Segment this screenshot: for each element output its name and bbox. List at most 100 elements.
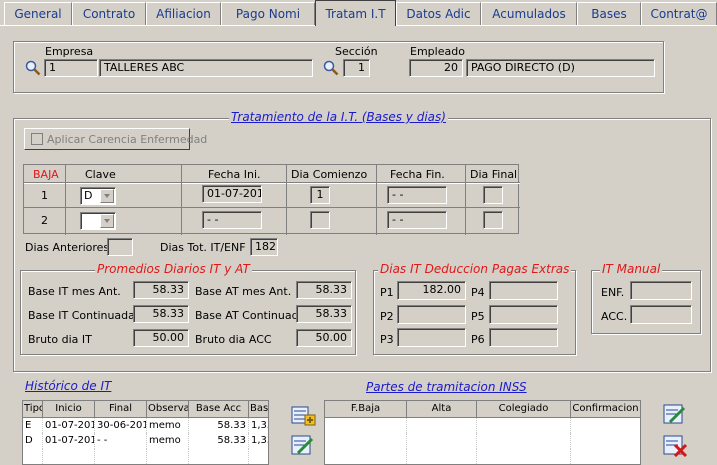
p1-field[interactable]: 182.00 (397, 281, 466, 300)
promedios-title: Promedios Diarios IT y AT (95, 262, 252, 276)
dias-tot-label: Dias Tot. IT/ENF (160, 241, 246, 254)
tab-tratam-it[interactable]: Tratam I.T (315, 0, 396, 26)
p1-label: P1 (380, 286, 394, 299)
tab-contrato[interactable]: Contrato (72, 2, 146, 25)
it-section-title: Tratamiento de la I.T. (Bases y dias) (229, 110, 448, 124)
table-row[interactable]: E 01-07-2011 30-06-2012 memo 58.33 1,33 (22, 417, 269, 434)
grid-header-clave: Clave (85, 168, 116, 181)
tab-bases[interactable]: Bases (577, 2, 641, 25)
cell-bas: 1,33 (248, 417, 269, 434)
carencia-checkbox-group[interactable]: Aplicar Carencia Enfermedad (24, 128, 207, 150)
dias-it-title: Dias IT Deduccion Pagas Extras (378, 262, 572, 276)
empresa-code-field[interactable]: 1 (44, 59, 98, 77)
seccion-label: Sección (335, 45, 378, 58)
cell-final: 30-06-2012 (94, 417, 147, 434)
tab-afiliacion[interactable]: Afiliacion (146, 2, 221, 25)
row1-baja: 1 (41, 189, 48, 202)
historico-col-base-acc[interactable]: Base Acc (188, 400, 249, 418)
partes-col-alta[interactable]: Alta (406, 400, 477, 418)
p2-label: P2 (380, 310, 394, 323)
p6-field[interactable] (489, 328, 558, 347)
p2-field[interactable] (397, 305, 466, 324)
row2-fecha-fin-field[interactable]: - - (387, 211, 447, 229)
search-empresa-icon[interactable] (25, 60, 41, 76)
carencia-label: Aplicar Carencia Enfermedad (47, 133, 208, 146)
search-seccion-icon[interactable] (323, 60, 339, 76)
historico-title: Histórico de IT (25, 379, 112, 393)
edit-parte-icon[interactable] (662, 402, 688, 426)
cell-inicio: 01-07-2011 (42, 417, 95, 434)
bruto-acc-label: Bruto dia ACC (195, 333, 272, 346)
empleado-label: Empleado (410, 45, 465, 58)
partes-table[interactable]: F.Baja Alta Colegiado Confirmacion (324, 400, 641, 465)
p5-label: P5 (471, 310, 485, 323)
seccion-field[interactable]: 1 (343, 59, 370, 77)
dias-anteriores-field[interactable] (107, 238, 133, 256)
bruto-it-field: 50.00 (133, 329, 189, 347)
row1-clave-dropdown-icon[interactable] (100, 189, 114, 203)
p5-field[interactable] (489, 305, 558, 324)
empleado-code-field[interactable]: 20 (409, 59, 463, 77)
enf-field[interactable] (630, 281, 692, 300)
empresa-label: Empresa (45, 45, 94, 58)
row2-baja: 2 (41, 214, 48, 227)
historico-col-inicio[interactable]: Inicio (42, 400, 95, 418)
row2-clave-dropdown-icon[interactable] (100, 214, 114, 228)
historico-col-tipo[interactable]: Tipo (22, 400, 43, 418)
cell-final: - - (94, 433, 147, 449)
grid-header-fecha-fin: Fecha Fin. (390, 168, 445, 181)
p3-field[interactable] (397, 328, 466, 347)
tab-acumulados[interactable]: Acumulados (481, 2, 577, 25)
acc-field[interactable] (630, 305, 692, 324)
table-row[interactable]: D 01-07-2012 - - memo 58.33 1,33 (22, 433, 269, 449)
historico-col-final[interactable]: Final (94, 400, 147, 418)
p4-label: P4 (471, 286, 485, 299)
row2-dia-final-field[interactable] (483, 211, 503, 229)
row1-dia-comienzo-field[interactable]: 1 (310, 186, 330, 204)
edit-historico-icon[interactable] (290, 433, 316, 457)
p3-label: P3 (380, 333, 394, 346)
base-it-mes-ant-label: Base IT mes Ant. (28, 285, 121, 298)
row1-fecha-ini-field[interactable]: 01-07-2012 (202, 185, 262, 203)
acc-label: ACC. (601, 310, 628, 323)
grid-header-dia-final: Dia Final (470, 168, 518, 181)
partes-col-colegiado[interactable]: Colegiado (476, 400, 571, 418)
historico-col-bas[interactable]: Bas (248, 400, 269, 418)
cell-tipo: E (22, 417, 43, 434)
cell-base-acc: 58.33 (188, 433, 249, 449)
enf-label: ENF. (601, 286, 625, 299)
tab-general[interactable]: General (4, 2, 72, 25)
historico-table[interactable]: Tipo Inicio Final Observac Base Acc Bas … (22, 400, 269, 465)
delete-parte-icon[interactable] (662, 433, 688, 457)
add-historico-icon[interactable] (290, 404, 316, 428)
tab-contrat[interactable]: Contrat@ (641, 2, 717, 25)
historico-col-observac[interactable]: Observac (146, 400, 189, 418)
base-it-cont-field: 58.33 (133, 305, 189, 323)
it-manual-title: IT Manual (600, 262, 663, 276)
partes-col-confirmacion[interactable]: Confirmacion (570, 400, 641, 418)
bruto-it-label: Bruto dia IT (28, 333, 92, 346)
empresa-name-field: TALLERES ABC (99, 59, 313, 77)
cell-obs: memo (146, 433, 189, 449)
cell-base-acc: 58.33 (188, 417, 249, 434)
partes-col-fbaja[interactable]: F.Baja (324, 400, 407, 418)
p6-label: P6 (471, 333, 485, 346)
cell-bas: 1,33 (248, 433, 269, 449)
cell-tipo: D (22, 433, 43, 449)
row2-fecha-ini-field[interactable]: - - (202, 211, 262, 229)
base-at-mes-ant-field: 58.33 (296, 281, 352, 299)
row2-dia-comienzo-field[interactable] (310, 211, 330, 229)
base-it-mes-ant-field: 58.33 (133, 281, 189, 299)
p4-field[interactable] (489, 281, 558, 300)
carencia-checkbox[interactable] (31, 133, 43, 145)
partes-title: Partes de tramitacion INSS (366, 380, 527, 394)
cell-obs: memo (146, 417, 189, 434)
empleado-name-field: PAGO DIRECTO (D) (466, 59, 655, 77)
tab-pago-nomi[interactable]: Pago Nomi (221, 2, 315, 25)
base-at-cont-label: Base AT Continuada (195, 309, 306, 322)
baja-grid: BAJA Clave Fecha Ini. Dia Comienzo Fecha… (23, 164, 520, 235)
row1-fecha-fin-field[interactable]: - - (387, 186, 447, 204)
dias-anteriores-label: Dias Anteriores (25, 241, 110, 254)
row1-dia-final-field[interactable] (483, 186, 503, 204)
tab-datos-adic[interactable]: Datos Adic (396, 2, 481, 25)
